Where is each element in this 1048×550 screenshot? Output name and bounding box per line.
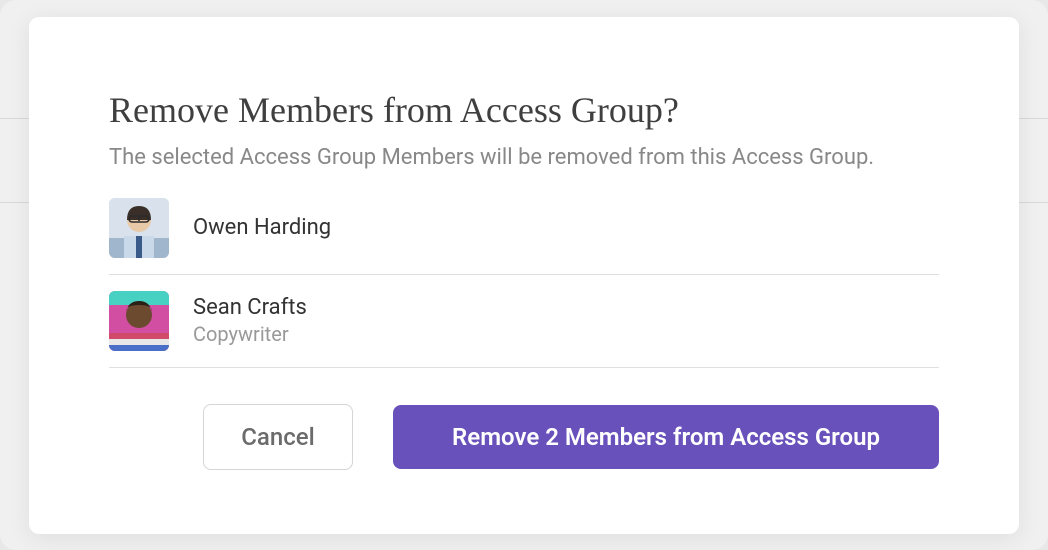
member-name: Owen Harding <box>193 215 331 240</box>
member-role: Copywriter <box>193 322 307 346</box>
member-list: Owen Harding Sean Crafts Copywriter <box>109 198 939 368</box>
member-name: Sean Crafts <box>193 295 307 320</box>
modal-actions: Cancel Remove 2 Members from Access Grou… <box>109 404 939 470</box>
member-row: Sean Crafts Copywriter <box>109 275 939 368</box>
cancel-button[interactable]: Cancel <box>203 404 353 470</box>
modal-title: Remove Members from Access Group? <box>109 89 939 131</box>
avatar <box>109 198 169 258</box>
avatar <box>109 291 169 351</box>
member-info: Sean Crafts Copywriter <box>193 295 307 346</box>
member-row: Owen Harding <box>109 198 939 275</box>
remove-members-modal: Remove Members from Access Group? The se… <box>29 17 1019 534</box>
member-info: Owen Harding <box>193 215 331 240</box>
modal-subtitle: The selected Access Group Members will b… <box>109 145 939 170</box>
confirm-remove-button[interactable]: Remove 2 Members from Access Group <box>393 405 939 469</box>
